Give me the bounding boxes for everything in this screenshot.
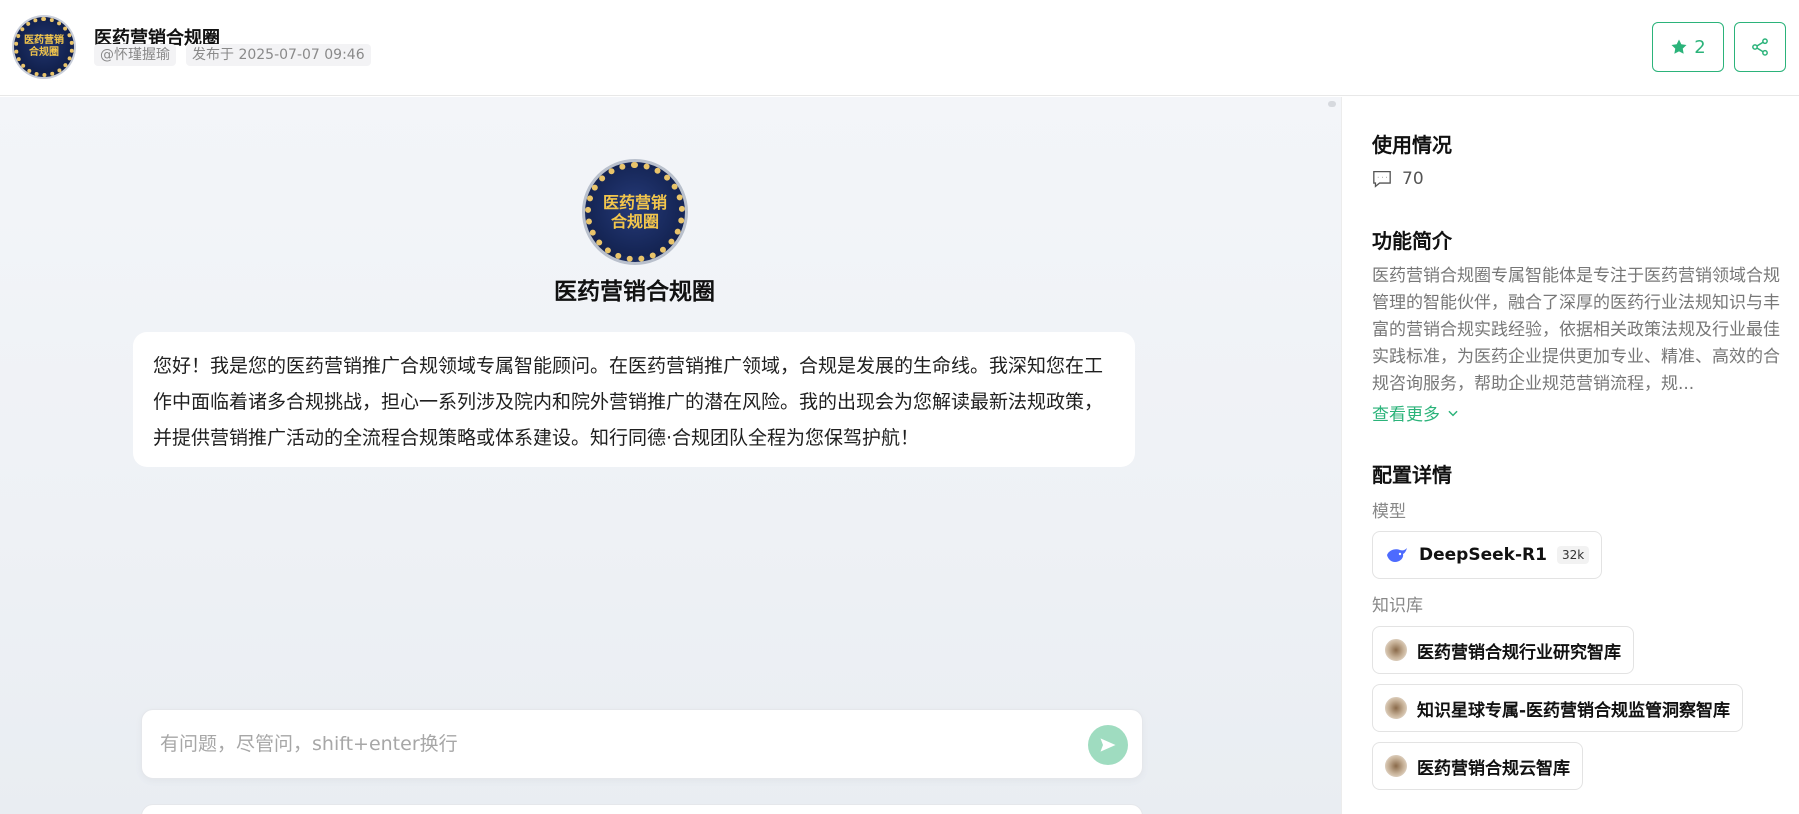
kb-name: 医药营销合规云智库 — [1417, 758, 1570, 779]
knowledge-base-icon — [1385, 639, 1407, 661]
knowledge-base-icon — [1385, 755, 1407, 777]
star-button[interactable]: 2 — [1652, 22, 1724, 72]
kb-chip-3[interactable]: 医药营销合规云智库 — [1372, 742, 1583, 790]
model-chip[interactable]: DeepSeek-R1 32k — [1372, 531, 1603, 579]
model-label: 模型 — [1372, 502, 1406, 522]
see-more-link[interactable]: 查看更多 — [1372, 400, 1460, 425]
top-header: 医药营销合规圈 医药营销合规圈 @怀瑾握瑜 发布于 2025-07-07 09:… — [0, 0, 1799, 96]
intro-title: 功能简介 — [1372, 229, 1452, 253]
context-badge: 32k — [1556, 546, 1590, 564]
kb-chip-1[interactable]: 医药营销合规行业研究智库 — [1372, 626, 1634, 674]
usage-count: 70 — [1402, 169, 1424, 189]
secondary-panel — [141, 804, 1143, 814]
chevron-down-icon — [1448, 410, 1458, 416]
usage-stat: 70 — [1372, 169, 1424, 189]
kb-name: 知识星球专属-医药营销合规监管洞察智库 — [1417, 700, 1731, 721]
welcome-message: 您好！我是您的医药营销推广合规领域专属智能顾问。在医药营销推广领域，合规是发展的… — [133, 332, 1135, 467]
see-more-label: 查看更多 — [1372, 405, 1440, 425]
bot-avatar-text: 医药营销合规圈 — [602, 193, 667, 231]
info-sidebar: 使用情况 70 功能简介 医药营销合规圈专属智能体是专注于医药营销领域合规管理的… — [1341, 97, 1799, 814]
star-icon — [1671, 39, 1687, 54]
message-composer — [141, 709, 1143, 779]
knowledge-base-icon — [1385, 697, 1407, 719]
publish-date-tag: 发布于 2025-07-07 09:46 — [186, 44, 371, 66]
send-button[interactable] — [1088, 725, 1128, 765]
kb-name: 医药营销合规行业研究智库 — [1417, 642, 1621, 663]
kb-label: 知识库 — [1372, 596, 1423, 616]
usage-title: 使用情况 — [1372, 133, 1452, 157]
share-icon — [1752, 38, 1768, 56]
chat-panel: 医药营销合规圈 医药营销合规圈 您好！我是您的医药营销推广合规领域专属智能顾问。… — [0, 97, 1341, 814]
agent-meta: @怀瑾握瑜 发布于 2025-07-07 09:46 — [94, 44, 371, 66]
agent-avatar: 医药营销合规圈 — [14, 17, 74, 77]
intro-text: 医药营销合规圈专属智能体是专注于医药营销领域合规管理的智能伙伴，融合了深厚的医药… — [1372, 266, 1780, 394]
config-title: 配置详情 — [1372, 463, 1452, 487]
author-tag[interactable]: @怀瑾握瑜 — [94, 44, 176, 66]
message-input[interactable] — [160, 728, 1040, 760]
avatar-text: 医药营销合规圈 — [24, 35, 64, 58]
kb-chip-2[interactable]: 知识星球专属-医药营销合规监管洞察智库 — [1372, 684, 1744, 732]
bot-avatar: 医药营销合规圈 — [585, 162, 685, 262]
scrollbar-thumb[interactable] — [1328, 101, 1336, 107]
send-icon — [1100, 738, 1116, 752]
bot-name: 医药营销合规圈 — [554, 279, 715, 305]
deepseek-whale-icon — [1387, 548, 1407, 562]
share-button[interactable] — [1734, 22, 1786, 72]
comment-icon — [1373, 170, 1391, 188]
model-name: DeepSeek-R1 — [1419, 545, 1547, 565]
star-count: 2 — [1694, 36, 1706, 58]
